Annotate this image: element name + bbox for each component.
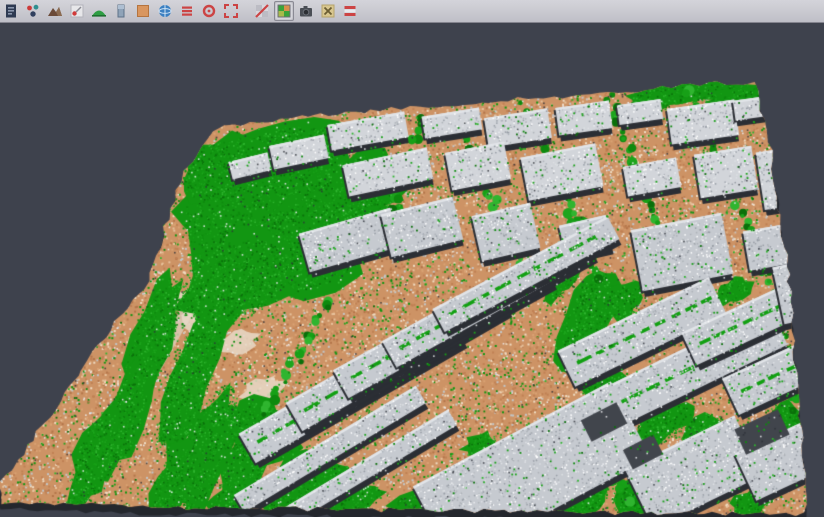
layers-icon[interactable] [177, 1, 197, 21]
building-column-icon[interactable] [111, 1, 131, 21]
close-selection-icon[interactable] [318, 1, 338, 21]
dtm-hill-icon[interactable] [89, 1, 109, 21]
target-icon[interactable] [199, 1, 219, 21]
classify-points-icon[interactable] [23, 1, 43, 21]
ground-class-icon[interactable] [133, 1, 153, 21]
toolbar-group-separator [243, 2, 250, 20]
point-picker-icon[interactable] [67, 1, 87, 21]
classification-map-icon[interactable] [274, 1, 294, 21]
globe-icon[interactable] [155, 1, 175, 21]
delete-area-icon[interactable] [252, 1, 272, 21]
flag-icon[interactable] [340, 1, 360, 21]
camera-icon[interactable] [296, 1, 316, 21]
crop-region-icon[interactable] [221, 1, 241, 21]
toolbar [0, 0, 824, 23]
application-window [0, 0, 824, 517]
viewport-3d-view[interactable] [0, 0, 824, 517]
project-document-icon[interactable] [1, 1, 21, 21]
terrain-icon[interactable] [45, 1, 65, 21]
